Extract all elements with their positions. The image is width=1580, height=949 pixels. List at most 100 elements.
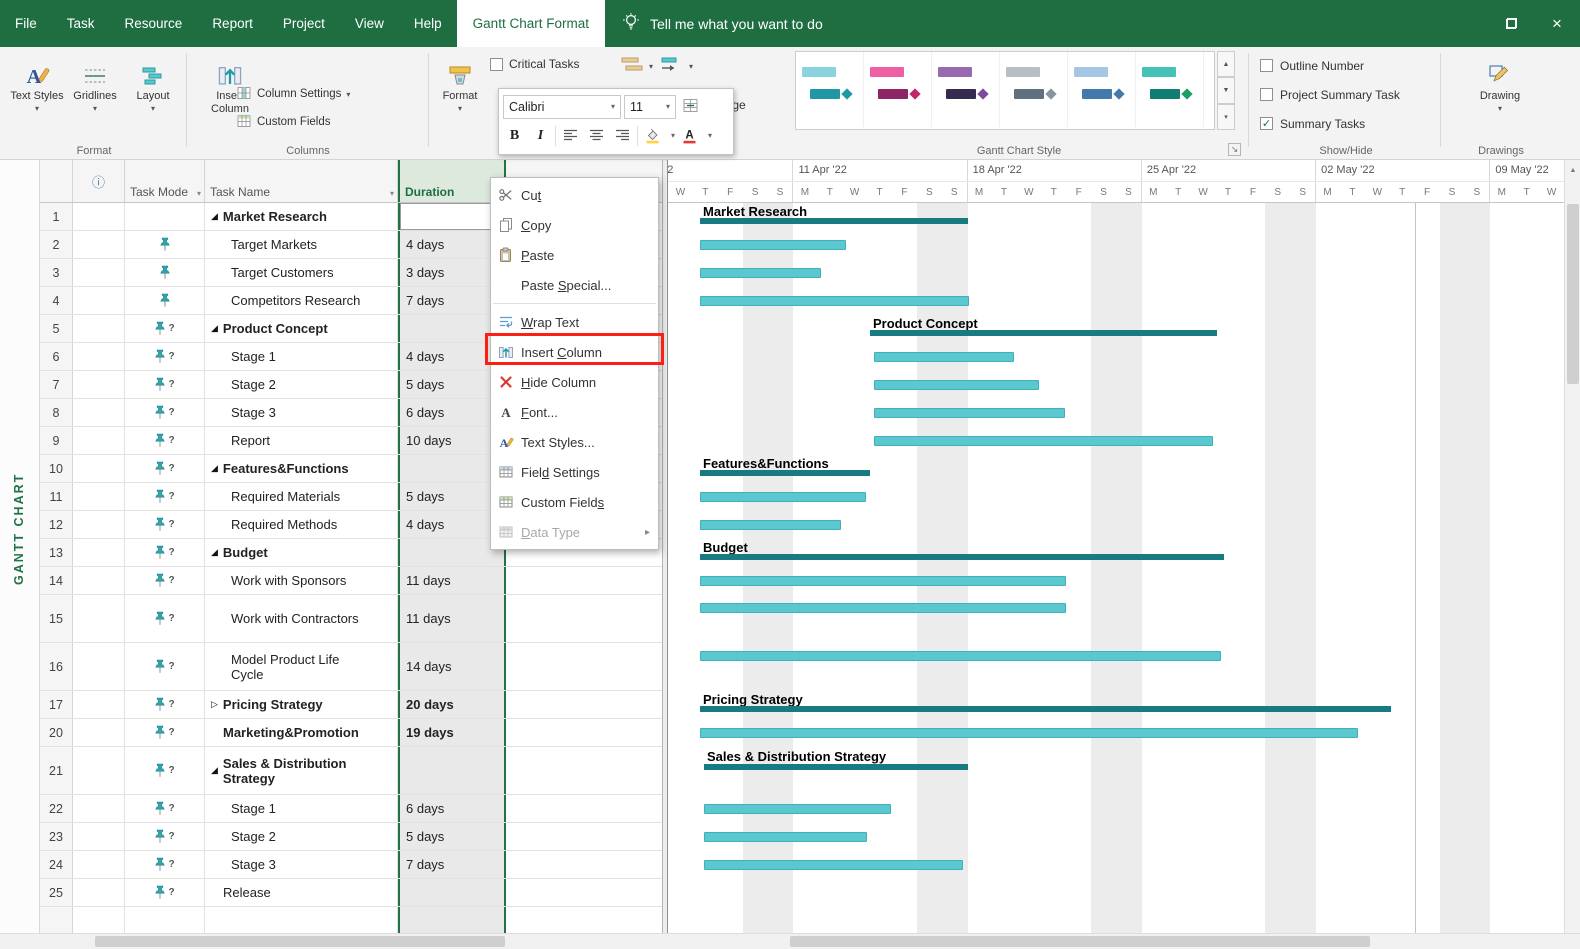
row-number[interactable]: 6 bbox=[40, 343, 73, 370]
gantt-style-swatch[interactable] bbox=[932, 52, 1000, 127]
summary-gantt-bar[interactable] bbox=[700, 470, 870, 476]
task-name-cell[interactable]: Stage 2 bbox=[205, 371, 398, 398]
info-cell[interactable] bbox=[73, 455, 125, 482]
align-left-button[interactable] bbox=[559, 124, 582, 148]
gantt-bar[interactable] bbox=[704, 860, 963, 870]
task-mode-cell[interactable]: ? bbox=[125, 315, 205, 342]
duration-cell[interactable]: 19 days bbox=[398, 719, 506, 746]
task-name-cell[interactable]: ◢Sales & Distribution Strategy bbox=[205, 747, 398, 794]
restore-button[interactable] bbox=[1488, 0, 1534, 47]
summary-gantt-bar[interactable] bbox=[704, 764, 968, 770]
gantt-bar[interactable] bbox=[874, 352, 1014, 362]
gantt-bar[interactable] bbox=[874, 380, 1039, 390]
info-cell[interactable] bbox=[73, 287, 125, 314]
layout-button[interactable]: Layout ▾ bbox=[124, 50, 182, 144]
slippage-button[interactable]: ▾ bbox=[660, 55, 693, 77]
task-mode-cell[interactable]: ? bbox=[125, 483, 205, 510]
task-name-cell[interactable]: Target Customers bbox=[205, 259, 398, 286]
row-number[interactable]: 20 bbox=[40, 719, 73, 746]
gantt-style-swatch[interactable] bbox=[1068, 52, 1136, 127]
summary-gantt-bar[interactable] bbox=[700, 706, 1391, 712]
task-name-cell[interactable]: ◢Budget bbox=[205, 539, 398, 566]
row-number[interactable]: 13 bbox=[40, 539, 73, 566]
font-size-select[interactable]: 11 ▾ bbox=[624, 95, 676, 119]
gantt-bar[interactable] bbox=[874, 436, 1213, 446]
autofit-table-button[interactable] bbox=[679, 95, 702, 119]
task-mode-cell[interactable]: ? bbox=[125, 539, 205, 566]
gantt-bar[interactable] bbox=[700, 651, 1221, 661]
info-cell[interactable] bbox=[73, 511, 125, 538]
menu-resource[interactable]: Resource bbox=[110, 0, 198, 47]
context-menu-item-copy[interactable]: Copy bbox=[491, 210, 658, 240]
duration-cell[interactable]: 11 days bbox=[398, 567, 506, 594]
outline-toggle-icon[interactable]: ◢ bbox=[211, 545, 218, 560]
gantt-style-swatch[interactable] bbox=[1136, 52, 1204, 127]
task-mode-cell[interactable]: ? bbox=[125, 511, 205, 538]
duration-cell[interactable]: 20 days bbox=[398, 691, 506, 718]
task-name-cell[interactable]: Stage 3 bbox=[205, 851, 398, 878]
chart-scroll-thumb[interactable] bbox=[790, 936, 1370, 947]
info-cell[interactable] bbox=[73, 259, 125, 286]
row-number[interactable]: 22 bbox=[40, 795, 73, 822]
info-cell[interactable] bbox=[73, 483, 125, 510]
table-scroll-thumb[interactable] bbox=[95, 936, 505, 947]
fill-color-button[interactable] bbox=[641, 124, 664, 148]
context-menu-item-hide-column[interactable]: Hide Column bbox=[491, 367, 658, 397]
gantt-style-swatch[interactable] bbox=[864, 52, 932, 127]
task-name-cell[interactable]: Stage 3 bbox=[205, 399, 398, 426]
row-number[interactable]: 16 bbox=[40, 643, 73, 690]
tell-me-box[interactable]: Tell me what you want to do bbox=[605, 0, 839, 47]
menu-project[interactable]: Project bbox=[268, 0, 340, 47]
context-menu-item-cut[interactable]: Cut bbox=[491, 180, 658, 210]
text-styles-button[interactable]: A Text Styles ▾ bbox=[8, 50, 66, 144]
menu-view[interactable]: View bbox=[340, 0, 399, 47]
font-color-button[interactable]: A bbox=[678, 124, 701, 148]
task-name-cell[interactable]: Release bbox=[205, 879, 398, 906]
info-cell[interactable] bbox=[73, 851, 125, 878]
task-name-cell[interactable]: Model Product Life Cycle bbox=[205, 643, 398, 690]
row-number[interactable]: 8 bbox=[40, 399, 73, 426]
gantt-bar[interactable] bbox=[700, 520, 841, 530]
task-mode-cell[interactable]: ? bbox=[125, 691, 205, 718]
task-mode-cell[interactable]: ? bbox=[125, 455, 205, 482]
summary-gantt-bar[interactable] bbox=[870, 330, 1217, 336]
task-name-cell[interactable]: ◢Features&Functions bbox=[205, 455, 398, 482]
info-cell[interactable] bbox=[73, 539, 125, 566]
tab-gantt-chart-format[interactable]: Gantt Chart Format bbox=[457, 0, 605, 47]
align-right-button[interactable] bbox=[611, 124, 634, 148]
task-mode-cell[interactable]: ? bbox=[125, 427, 205, 454]
task-mode-cell[interactable] bbox=[125, 259, 205, 286]
menu-task[interactable]: Task bbox=[52, 0, 110, 47]
summary-gantt-bar[interactable] bbox=[700, 554, 1224, 560]
menu-file[interactable]: File bbox=[0, 0, 52, 47]
task-mode-cell[interactable]: ? bbox=[125, 399, 205, 426]
task-mode-cell[interactable]: ? bbox=[125, 747, 205, 794]
gantt-style-swatch[interactable] bbox=[1000, 52, 1068, 127]
task-name-cell[interactable]: Target Markets bbox=[205, 231, 398, 258]
row-number[interactable]: 2 bbox=[40, 231, 73, 258]
task-name-cell[interactable]: ◢Product Concept bbox=[205, 315, 398, 342]
task-name-header[interactable]: Task Name▾ bbox=[205, 160, 398, 202]
task-mode-cell[interactable]: ? bbox=[125, 879, 205, 906]
gantt-bar[interactable] bbox=[700, 492, 866, 502]
info-cell[interactable] bbox=[73, 595, 125, 642]
row-number[interactable]: 7 bbox=[40, 371, 73, 398]
gantt-style-swatch[interactable] bbox=[796, 52, 864, 127]
duration-cell[interactable] bbox=[398, 907, 506, 933]
info-cell[interactable] bbox=[73, 315, 125, 342]
context-menu-item-paste[interactable]: Paste bbox=[491, 240, 658, 270]
row-number[interactable]: 15 bbox=[40, 595, 73, 642]
column-settings-button[interactable]: Column Settings ▾ bbox=[236, 83, 350, 105]
gantt-bar[interactable] bbox=[700, 728, 1358, 738]
duration-cell[interactable]: 5 days bbox=[398, 823, 506, 850]
task-name-cell[interactable]: ▷Pricing Strategy bbox=[205, 691, 398, 718]
drawing-button[interactable]: Drawing ▾ bbox=[1471, 50, 1529, 144]
task-mode-cell[interactable]: ? bbox=[125, 567, 205, 594]
task-mode-cell[interactable]: ? bbox=[125, 795, 205, 822]
task-mode-cell[interactable]: ? bbox=[125, 371, 205, 398]
duration-cell[interactable]: 6 days bbox=[398, 795, 506, 822]
outline-toggle-icon[interactable]: ◢ bbox=[211, 461, 218, 476]
row-number[interactable]: 25 bbox=[40, 879, 73, 906]
align-center-button[interactable] bbox=[585, 124, 608, 148]
checkbox-outline-number[interactable]: Outline Number bbox=[1260, 54, 1400, 77]
